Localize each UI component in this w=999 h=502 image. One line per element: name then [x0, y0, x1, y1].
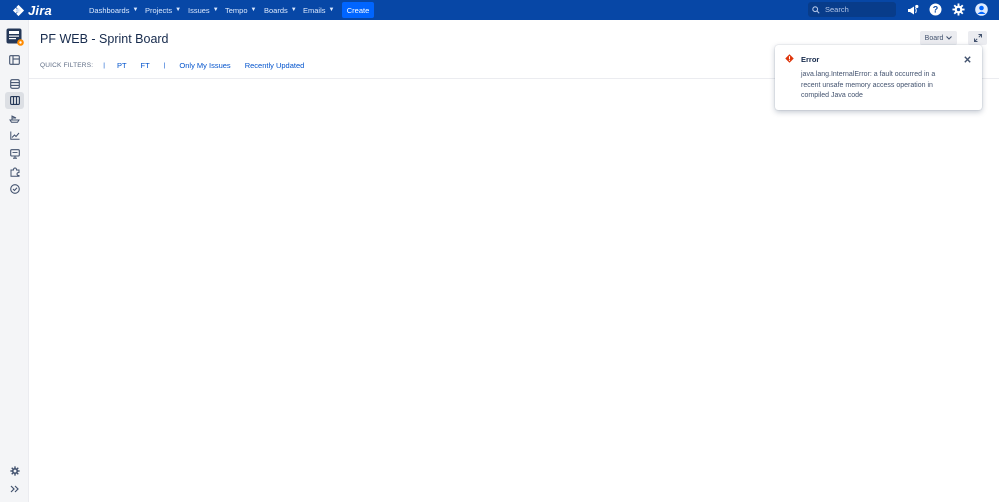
- folder-icon: [9, 54, 20, 65]
- search-input[interactable]: [825, 5, 893, 14]
- help-button[interactable]: ?: [928, 2, 943, 17]
- quick-filters-bar: QUICK FILTERS: | PT FT | Only My Issues …: [40, 60, 318, 70]
- filter-pt[interactable]: PT: [117, 61, 127, 70]
- avatar-icon: [975, 3, 988, 16]
- board-icon: [9, 96, 20, 105]
- chevron-down-icon: ▼: [175, 7, 182, 13]
- nav-issues-label: Issues: [188, 5, 210, 15]
- nav-projects-label: Projects: [145, 5, 173, 15]
- jira-logo[interactable]: Jira: [12, 2, 52, 18]
- sidebar-expand-button[interactable]: [5, 480, 24, 497]
- project-avatar[interactable]: [5, 28, 24, 46]
- quick-filters-label: QUICK FILTERS:: [40, 61, 94, 69]
- chevron-down-icon: ▼: [250, 7, 257, 13]
- error-title: Error: [801, 55, 820, 64]
- sidebar-item-releases[interactable]: [5, 110, 24, 127]
- board-dropdown-button[interactable]: Board: [920, 31, 957, 45]
- chevron-down-icon: [946, 36, 953, 40]
- nav-boards[interactable]: Boards ▼: [264, 0, 297, 20]
- sidebar-item-backlog[interactable]: [5, 75, 24, 92]
- sidebar-item-reports[interactable]: [5, 127, 24, 144]
- filter-separator: |: [163, 61, 166, 69]
- top-navigation: Jira Dashboards ▼ Projects ▼ Issues ▼ Te…: [0, 0, 999, 20]
- gear-icon: [952, 3, 965, 16]
- double-chevron-right-icon: [10, 485, 19, 492]
- chevron-down-icon: ▼: [328, 7, 335, 13]
- search-icon: [812, 5, 820, 14]
- project-sidebar: [0, 20, 29, 502]
- error-flag: Error java.lang.InternalError: a fault o…: [775, 45, 982, 110]
- search-box[interactable]: [808, 2, 896, 17]
- filter-separator: |: [103, 61, 105, 69]
- svg-text:?: ?: [933, 5, 939, 15]
- fullscreen-button[interactable]: [968, 31, 987, 45]
- nav-tempo-label: Tempo: [225, 5, 248, 15]
- page-title: PF WEB - Sprint Board: [40, 32, 169, 46]
- gear-icon: [9, 465, 20, 476]
- sidebar-item-pages[interactable]: [5, 145, 24, 162]
- filter-ft[interactable]: FT: [141, 61, 150, 70]
- help-icon: ?: [929, 3, 942, 16]
- chart-icon: [9, 131, 19, 140]
- nav-tempo[interactable]: Tempo ▼: [225, 0, 256, 20]
- filter-only-my-issues[interactable]: Only My Issues: [179, 61, 230, 70]
- filter-recently-updated[interactable]: Recently Updated: [245, 61, 305, 70]
- nav-dashboards-label: Dashboards: [89, 5, 130, 15]
- expand-icon: [973, 34, 982, 42]
- nav-boards-label: Boards: [264, 5, 288, 15]
- backlog-icon: [9, 78, 20, 89]
- jira-logo-icon: [12, 4, 25, 16]
- nav-dashboards[interactable]: Dashboards ▼: [89, 0, 138, 20]
- jira-logo-text: Jira: [28, 2, 52, 18]
- sidebar-item-timesheet[interactable]: [5, 180, 24, 197]
- error-icon: [785, 54, 794, 63]
- notifications-button[interactable]: [905, 2, 920, 17]
- chevron-down-icon: ▼: [212, 7, 219, 13]
- sidebar-item-projects[interactable]: [5, 51, 24, 68]
- board-dropdown-label: Board: [924, 34, 944, 42]
- close-button[interactable]: [962, 54, 972, 64]
- sidebar-item-addons[interactable]: [5, 163, 24, 180]
- monitor-icon: [9, 148, 20, 159]
- create-button[interactable]: Create: [342, 2, 374, 18]
- error-message: java.lang.InternalError: a fault occurre…: [801, 71, 936, 99]
- nav-issues[interactable]: Issues ▼: [188, 0, 219, 20]
- sidebar-settings-button[interactable]: [5, 462, 24, 479]
- ship-icon: [9, 115, 20, 123]
- puzzle-icon: [10, 166, 19, 177]
- chevron-down-icon: ▼: [132, 7, 139, 13]
- user-avatar[interactable]: [974, 2, 989, 17]
- nav-projects[interactable]: Projects ▼: [145, 0, 181, 20]
- settings-button[interactable]: [951, 2, 966, 17]
- project-avatar-icon: [6, 28, 24, 46]
- sidebar-item-board[interactable]: [5, 92, 24, 109]
- nav-emails[interactable]: Emails ▼: [303, 0, 334, 20]
- chevron-down-icon: ▼: [290, 7, 297, 13]
- megaphone-icon: [907, 4, 918, 14]
- clock-check-icon: [9, 183, 20, 194]
- nav-emails-label: Emails: [303, 5, 326, 15]
- close-icon: [963, 55, 971, 63]
